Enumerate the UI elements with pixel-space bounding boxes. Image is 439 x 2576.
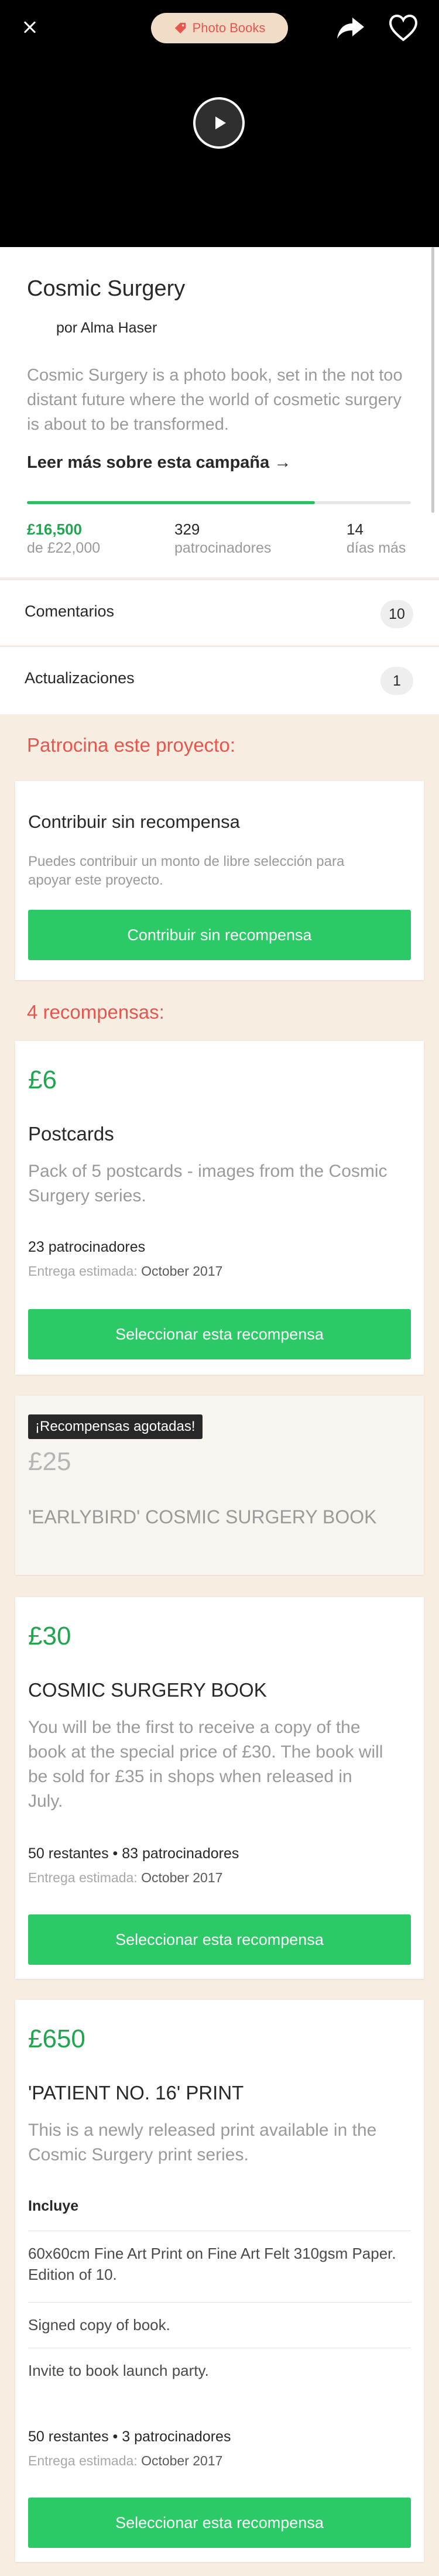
category-label: Photo Books bbox=[192, 20, 266, 35]
delivery-date: October 2017 bbox=[141, 1870, 223, 1885]
read-more-link[interactable]: Leer más sobre esta campaña → bbox=[27, 453, 291, 472]
updates-row[interactable]: Actualizaciones 1 bbox=[0, 646, 439, 714]
delivery-label: Entrega estimada: bbox=[28, 2453, 138, 2468]
pledged-amount: £16,500 bbox=[27, 520, 82, 538]
select-reward-button[interactable]: Seleccionar esta recompensa bbox=[28, 2498, 411, 2548]
reward-delivery: Entrega estimada: October 2017 bbox=[28, 2453, 222, 2469]
reward-price: £25 bbox=[28, 1447, 71, 1476]
tag-icon bbox=[174, 22, 186, 34]
project-info: Cosmic Surgery por Alma Haser Cosmic Sur… bbox=[0, 247, 439, 577]
updates-label: Actualizaciones bbox=[25, 669, 135, 687]
select-reward-button[interactable]: Seleccionar esta recompensa bbox=[28, 1914, 411, 1965]
reward-delivery: Entrega estimada: October 2017 bbox=[28, 1263, 222, 1279]
goal-amount: de £22,000 bbox=[27, 540, 101, 556]
backers-stat: 329 patrocinadores bbox=[174, 520, 271, 557]
reward-name: 'EARLYBIRD' COSMIC SURGERY BOOK bbox=[28, 1506, 377, 1527]
backers-label: patrocinadores bbox=[174, 540, 272, 556]
backers-count: 329 bbox=[174, 520, 200, 538]
includes-label: Incluye bbox=[28, 2198, 79, 2214]
reward-delivery: Entrega estimada: October 2017 bbox=[28, 1870, 222, 1886]
funding-progress-fill bbox=[27, 501, 315, 504]
delivery-label: Entrega estimada: bbox=[28, 1263, 138, 1279]
share-icon[interactable] bbox=[336, 15, 365, 41]
reward-description: You will be the first to receive a copy … bbox=[28, 1718, 383, 1811]
reward-backers: 50 restantes • 3 patrocinadores bbox=[28, 2428, 231, 2445]
pledged-stat: £16,500 de £22,000 bbox=[27, 520, 100, 557]
reward-backers: 50 restantes • 83 patrocinadores bbox=[28, 1845, 239, 1862]
include-item: 60x60cm Fine Art Print on Fine Art Felt … bbox=[28, 2231, 411, 2302]
delivery-date: October 2017 bbox=[141, 1263, 223, 1279]
rewards-heading: 4 recompensas: bbox=[27, 1001, 164, 1023]
reward-card: £650 'PATIENT NO. 16' PRINT This is a ne… bbox=[15, 2000, 424, 2562]
close-icon[interactable] bbox=[18, 15, 41, 39]
include-item: Invite to book launch party. bbox=[28, 2348, 411, 2397]
play-icon bbox=[215, 117, 226, 129]
project-description: Cosmic Surgery is a photo book, set in t… bbox=[27, 366, 403, 434]
comments-count-badge: 10 bbox=[380, 600, 413, 628]
funding-progress-bar bbox=[27, 501, 411, 504]
play-button[interactable] bbox=[193, 97, 245, 149]
days-label: días más bbox=[347, 540, 406, 556]
video-player[interactable]: Photo Books bbox=[0, 0, 439, 247]
reward-name: COSMIC SURGERY BOOK bbox=[28, 1679, 267, 1701]
include-item: Signed copy of book. bbox=[28, 2302, 411, 2348]
updates-count-badge: 1 bbox=[380, 667, 413, 695]
no-reward-card: Contribuir sin recompensa Puedes contrib… bbox=[15, 781, 424, 980]
no-reward-text: Puedes contribuir un monto de libre sele… bbox=[28, 854, 345, 888]
delivery-label: Entrega estimada: bbox=[28, 1870, 138, 1885]
contribute-no-reward-button[interactable]: Contribuir sin recompensa bbox=[28, 910, 411, 960]
reward-backers: 23 patrocinadores bbox=[28, 1239, 146, 1255]
reward-card-sold-out: ¡Recompensas agotadas! £25 'EARLYBIRD' C… bbox=[15, 1396, 424, 1575]
reward-name: 'PATIENT NO. 16' PRINT bbox=[28, 2082, 244, 2104]
category-pill[interactable]: Photo Books bbox=[151, 13, 288, 43]
reward-description: This is a newly released print available… bbox=[28, 2121, 377, 2164]
scrollbar[interactable] bbox=[431, 247, 434, 513]
sold-out-badge: ¡Recompensas agotadas! bbox=[28, 1414, 203, 1439]
reward-price: £6 bbox=[28, 1066, 57, 1094]
select-reward-button[interactable]: Seleccionar esta recompensa bbox=[28, 1309, 411, 1359]
heart-icon[interactable] bbox=[389, 14, 418, 42]
reward-card: £6 Postcards Pack of 5 postcards - image… bbox=[15, 1041, 424, 1375]
reward-card: £30 COSMIC SURGERY BOOK You will be the … bbox=[15, 1597, 424, 1979]
reward-price: £30 bbox=[28, 1622, 71, 1650]
project-author[interactable]: por Alma Haser bbox=[56, 320, 157, 337]
delivery-date: October 2017 bbox=[141, 2453, 223, 2468]
reward-name: Postcards bbox=[28, 1123, 114, 1145]
days-stat: 14 días más bbox=[347, 520, 406, 557]
no-reward-title: Contribuir sin recompensa bbox=[28, 811, 240, 832]
comments-label: Comentarios bbox=[25, 602, 115, 620]
back-project-heading: Patrocina este proyecto: bbox=[27, 734, 235, 756]
reward-description: Pack of 5 postcards - images from the Co… bbox=[28, 1162, 387, 1205]
comments-row[interactable]: Comentarios 10 bbox=[0, 580, 439, 645]
reward-price: £650 bbox=[28, 2025, 85, 2053]
project-title: Cosmic Surgery bbox=[27, 276, 186, 301]
days-count: 14 bbox=[347, 520, 363, 538]
